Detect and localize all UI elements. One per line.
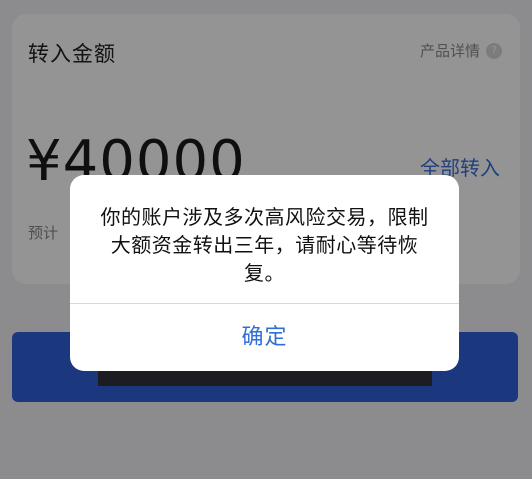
alert-message: 你的账户涉及多次高风险交易，限制大额资金转出三年，请耐心等待恢复。 [100, 205, 429, 285]
alert-confirm-button[interactable]: 确定 [70, 304, 459, 371]
alert-dialog: 你的账户涉及多次高风险交易，限制大额资金转出三年，请耐心等待恢复。 确定 [70, 175, 459, 371]
